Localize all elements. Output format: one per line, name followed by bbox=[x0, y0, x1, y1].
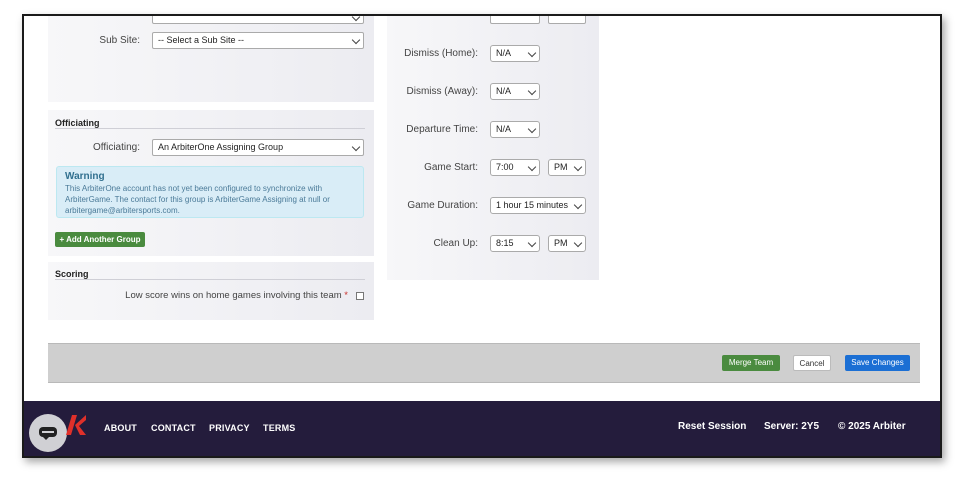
divider bbox=[55, 279, 365, 280]
add-another-group-button[interactable]: + Add Another Group bbox=[55, 232, 145, 247]
chevron-down-icon bbox=[527, 86, 537, 96]
sub-site-label: Sub Site: bbox=[99, 35, 140, 46]
required-mark: * bbox=[344, 290, 348, 301]
divider bbox=[55, 128, 365, 129]
team-info-panel: Sub Site: -- Select a Sub Site -- bbox=[48, 16, 374, 102]
dismiss-home-label: Dismiss (Home): bbox=[404, 48, 478, 59]
form-action-bar: Merge Team Cancel Save Changes bbox=[48, 343, 920, 383]
clean-up-ampm-select[interactable]: PM bbox=[548, 235, 586, 252]
footer-link-terms[interactable]: TERMS bbox=[263, 423, 296, 433]
cancel-button[interactable]: Cancel bbox=[793, 355, 831, 371]
merge-team-button[interactable]: Merge Team bbox=[722, 355, 780, 371]
game-duration-label: Game Duration: bbox=[407, 200, 478, 211]
officiating-value: An ArbiterOne Assigning Group bbox=[158, 142, 284, 152]
low-score-text: Low score wins on home games involving t… bbox=[125, 290, 342, 301]
warning-title: Warning bbox=[65, 171, 105, 182]
site-footer: ABOUT CONTACT PRIVACY TERMS Reset Sessio… bbox=[24, 401, 940, 456]
reset-session-link[interactable]: Reset Session bbox=[678, 421, 746, 432]
chevron-down-icon bbox=[351, 142, 361, 152]
scoring-section-title: Scoring bbox=[55, 269, 89, 279]
chevron-down-icon bbox=[351, 35, 361, 45]
clean-up-label: Clean Up: bbox=[433, 238, 478, 249]
departure-time-select[interactable]: N/A bbox=[490, 121, 540, 138]
game-start-time-select[interactable]: 7:00 bbox=[490, 159, 540, 176]
partial-select-top-right[interactable] bbox=[490, 16, 540, 24]
footer-link-contact[interactable]: CONTACT bbox=[151, 423, 196, 433]
dismiss-away-label: Dismiss (Away): bbox=[406, 86, 478, 97]
dismiss-home-select[interactable]: N/A bbox=[490, 45, 540, 62]
game-start-label: Game Start: bbox=[424, 162, 478, 173]
chevron-down-icon bbox=[573, 200, 583, 210]
warning-text: This ArbiterOne account has not yet been… bbox=[65, 184, 330, 215]
chevron-down-icon bbox=[527, 238, 537, 248]
warning-alert: Warning This ArbiterOne account has not … bbox=[56, 166, 364, 218]
game-start-ampm-select[interactable]: PM bbox=[548, 159, 586, 176]
partial-select-top[interactable] bbox=[152, 16, 364, 24]
partial-select-top-right-2[interactable] bbox=[548, 16, 586, 24]
browser-window: Sub Site: -- Select a Sub Site -- Offici… bbox=[22, 14, 942, 458]
clean-up-ampm-value: PM bbox=[554, 238, 568, 248]
footer-link-privacy[interactable]: PRIVACY bbox=[209, 423, 250, 433]
clean-up-time-select[interactable]: 8:15 bbox=[490, 235, 540, 252]
clean-up-time-value: 8:15 bbox=[496, 238, 514, 248]
game-start-ampm-value: PM bbox=[554, 162, 568, 172]
game-duration-select[interactable]: 1 hour 15 minutes bbox=[490, 197, 586, 214]
departure-time-label: Departure Time: bbox=[406, 124, 478, 135]
chevron-down-icon bbox=[573, 162, 583, 172]
dismiss-away-value: N/A bbox=[496, 86, 512, 96]
low-score-checkbox[interactable] bbox=[356, 292, 364, 300]
chat-launcher-button[interactable] bbox=[29, 414, 67, 452]
departure-time-value: N/A bbox=[496, 124, 512, 134]
sub-site-select[interactable]: -- Select a Sub Site -- bbox=[152, 32, 364, 49]
footer-link-about[interactable]: ABOUT bbox=[104, 423, 137, 433]
dismiss-home-value: N/A bbox=[496, 48, 512, 58]
officiating-label: Officiating: bbox=[92, 142, 140, 153]
chevron-down-icon bbox=[573, 238, 583, 248]
save-changes-button[interactable]: Save Changes bbox=[845, 355, 910, 371]
copyright: © 2025 Arbiter bbox=[838, 421, 906, 432]
chevron-down-icon bbox=[351, 16, 361, 22]
chevron-down-icon bbox=[527, 162, 537, 172]
server-id: Server: 2Y5 bbox=[764, 421, 820, 432]
chat-icon bbox=[39, 427, 57, 440]
sub-site-value: -- Select a Sub Site -- bbox=[158, 35, 245, 45]
officiating-section-title: Officiating bbox=[55, 118, 100, 128]
chevron-down-icon bbox=[527, 124, 537, 134]
chevron-down-icon bbox=[527, 48, 537, 58]
officiating-select[interactable]: An ArbiterOne Assigning Group bbox=[152, 139, 364, 156]
arbiter-logo-icon bbox=[66, 415, 86, 435]
dismiss-away-select[interactable]: N/A bbox=[490, 83, 540, 100]
low-score-label: Low score wins on home games involving t… bbox=[84, 290, 348, 301]
game-duration-value: 1 hour 15 minutes bbox=[496, 200, 569, 210]
game-start-time-value: 7:00 bbox=[496, 162, 514, 172]
